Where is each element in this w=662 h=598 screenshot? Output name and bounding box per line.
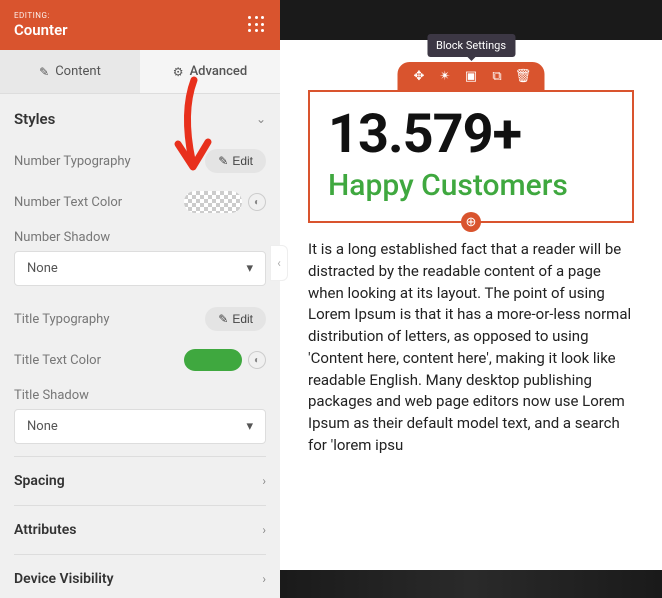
tab-advanced[interactable]: ⚙ Advanced — [140, 50, 280, 93]
number-typography-label: Number Typography — [14, 154, 131, 169]
caret-down-icon: ▾ — [246, 261, 253, 276]
block-name: Counter — [14, 21, 68, 39]
attributes-section[interactable]: Attributes › — [14, 505, 266, 554]
settings-panel: Styles ⌄ Number Typography ✎ Edit Number… — [0, 94, 280, 598]
save-icon[interactable]: ▣ — [464, 69, 479, 84]
number-color-swatch[interactable] — [184, 191, 242, 213]
settings-gear-icon[interactable]: ✴ — [438, 69, 453, 84]
chevron-right-icon: › — [262, 523, 266, 537]
number-shadow-row: Number Shadow None ▾ — [14, 222, 266, 298]
number-text-color-label: Number Text Color — [14, 195, 122, 210]
add-block-handle[interactable]: ⊕ — [461, 212, 481, 232]
number-typography-row: Number Typography ✎ Edit — [14, 140, 266, 182]
styles-heading: Styles — [14, 110, 55, 128]
title-text-color-label: Title Text Color — [14, 353, 101, 368]
edit-number-typography-button[interactable]: ✎ Edit — [205, 149, 266, 173]
chevron-right-icon: › — [262, 474, 266, 488]
counter-number: 13.579+ — [328, 108, 614, 162]
chevron-right-icon: › — [262, 572, 266, 586]
number-shadow-select[interactable]: None ▾ — [14, 251, 266, 286]
counter-title: Happy Customers — [328, 168, 614, 203]
spacing-section[interactable]: Spacing › — [14, 456, 266, 505]
styles-section-head[interactable]: Styles ⌄ — [14, 94, 266, 140]
sliders-icon: ⚙ — [173, 65, 184, 79]
pencil-icon: ✎ — [218, 154, 228, 168]
number-shadow-label: Number Shadow — [14, 230, 110, 245]
delete-icon[interactable]: 🗑 — [516, 69, 531, 84]
preview-bottom-bar — [280, 570, 662, 598]
edit-title-typography-button[interactable]: ✎ Edit — [205, 307, 266, 331]
device-visibility-section[interactable]: Device Visibility › — [14, 554, 266, 598]
number-text-color-row: Number Text Color ◐ — [14, 182, 266, 222]
tabs: ✎ Content ⚙ Advanced — [0, 50, 280, 94]
tab-content-label: Content — [55, 64, 101, 79]
pencil-icon: ✎ — [39, 65, 49, 79]
title-shadow-row: Title Shadow None ▾ — [14, 380, 266, 456]
tab-advanced-label: Advanced — [190, 64, 248, 79]
preview-pane: ‹ Block Settings ✥ ✴ ▣ ⧉ 🗑 13.579+ Happy… — [280, 0, 662, 598]
title-text-color-row: Title Text Color ◐ — [14, 340, 266, 380]
settings-sidebar: EDITING: Counter ✎ Content ⚙ Advanced St… — [0, 0, 280, 598]
sidebar-header: EDITING: Counter — [0, 0, 280, 50]
duplicate-icon[interactable]: ⧉ — [490, 69, 505, 84]
title-shadow-label: Title Shadow — [14, 388, 89, 403]
body-paragraph: It is a long established fact that a rea… — [308, 239, 634, 457]
color-picker-icon[interactable]: ◐ — [248, 351, 266, 369]
tab-content[interactable]: ✎ Content — [0, 50, 140, 93]
title-shadow-select[interactable]: None ▾ — [14, 409, 266, 444]
title-color-swatch[interactable] — [184, 349, 242, 371]
block-settings-tooltip: Block Settings — [427, 34, 515, 57]
editing-label: EDITING: — [14, 11, 68, 20]
title-typography-label: Title Typography — [14, 312, 110, 327]
pencil-icon: ✎ — [218, 312, 228, 326]
move-icon[interactable]: ✥ — [412, 69, 427, 84]
block-toolbar: Block Settings ✥ ✴ ▣ ⧉ 🗑 — [398, 62, 545, 91]
caret-down-icon: ▾ — [246, 419, 253, 434]
apps-grid-icon[interactable] — [248, 16, 266, 34]
counter-block[interactable]: 13.579+ Happy Customers ⊕ — [308, 90, 634, 223]
color-picker-icon[interactable]: ◐ — [248, 193, 266, 211]
title-typography-row: Title Typography ✎ Edit — [14, 298, 266, 340]
chevron-down-icon: ⌄ — [256, 112, 266, 126]
